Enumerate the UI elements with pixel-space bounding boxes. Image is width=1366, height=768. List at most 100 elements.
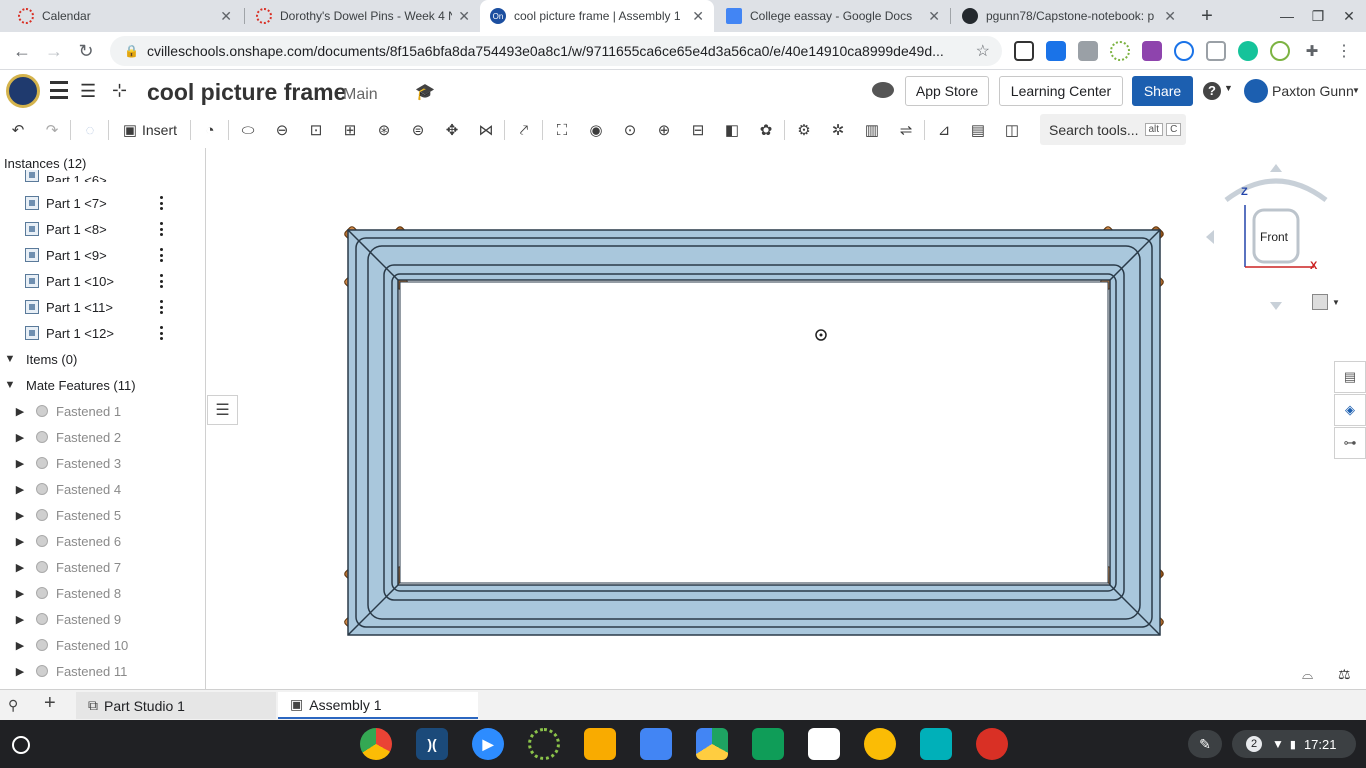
list-item[interactable]: ▶ Fastened 5 (0, 502, 205, 528)
browser-tab-dowel-pins[interactable]: Dorothy's Dowel Pins - Week 4 N ✕ (246, 0, 480, 32)
refresh-icon[interactable]: ◌ (78, 119, 102, 141)
list-item[interactable]: ▶ Fastened 1 (0, 398, 205, 424)
add-insert-icon[interactable]: ⊹ (112, 80, 127, 101)
mate-connector-icon[interactable]: ⛶ (550, 119, 574, 141)
view-cube-box-icon[interactable] (1312, 294, 1328, 310)
shield-extension-icon[interactable] (1174, 41, 1194, 61)
chevron-right-icon[interactable]: ▶ (12, 639, 28, 652)
blue-extension-icon[interactable] (1046, 41, 1066, 61)
feature-list-icon[interactable]: ☰ (80, 81, 96, 102)
view-cube-face-label[interactable]: Front (1260, 230, 1288, 244)
bom-icon[interactable]: ◫ (1000, 119, 1024, 141)
chevron-right-icon[interactable]: ▶ (12, 665, 28, 678)
gear-icon[interactable]: ⚙ (792, 119, 816, 141)
pin-slot-mate-icon[interactable]: ⊜ (406, 119, 430, 141)
branch-label[interactable]: Main (343, 86, 378, 104)
list-item[interactable]: Part 1 <6> (0, 170, 205, 182)
minimize-window-icon[interactable]: — (1270, 0, 1304, 32)
list-item[interactable]: ▶ Fastened 11 (0, 658, 205, 684)
list-item[interactable]: ▶ Fastened 8 (0, 580, 205, 606)
education-cap-icon[interactable]: 🎓 (415, 82, 435, 102)
redo-icon[interactable]: ↷ (40, 119, 64, 141)
google-slides-icon[interactable] (584, 728, 616, 760)
list-item[interactable]: Part 1 <8> (0, 216, 205, 242)
gear-relation-icon[interactable]: ⊕ (652, 119, 676, 141)
list-item[interactable]: Part 1 <9> (0, 242, 205, 268)
tangent-mate-icon[interactable]: ⤤ (512, 119, 536, 141)
chevron-right-icon[interactable]: ▶ (12, 561, 28, 574)
tab-assembly-1[interactable]: ▣ Assembly 1 (278, 692, 478, 719)
app-store-button[interactable]: App Store (905, 76, 989, 106)
relation-icon[interactable]: ⊙ (618, 119, 642, 141)
appearance-panel-icon[interactable]: ◈ (1334, 394, 1366, 426)
ball-mate-icon[interactable]: ✥ (440, 119, 464, 141)
browser-tab-calendar[interactable]: Calendar ✕ (8, 0, 242, 32)
share-button[interactable]: Share (1132, 76, 1193, 106)
add-element-button[interactable]: + (44, 692, 56, 715)
google-docs-icon[interactable] (640, 728, 672, 760)
user-name[interactable]: Paxton Gunn (1272, 83, 1354, 99)
browser-menu-icon[interactable]: ⋮ (1334, 41, 1354, 61)
code-org-icon[interactable] (920, 728, 952, 760)
chevron-right-icon[interactable]: ▶ (12, 509, 28, 522)
chevron-right-icon[interactable]: ▶ (12, 535, 28, 548)
restore-window-icon[interactable]: ❐ (1301, 0, 1335, 32)
list-item[interactable]: Part 1 <7> (0, 190, 205, 216)
chrome-icon[interactable] (360, 728, 392, 760)
chevron-right-icon[interactable]: ▶ (12, 457, 28, 470)
fastened-mate-icon[interactable]: ⬭ (236, 119, 260, 141)
kebab-menu-icon[interactable] (159, 326, 163, 340)
help-icon[interactable]: ? (1203, 82, 1221, 100)
document-title[interactable]: cool picture frame (147, 79, 346, 106)
link-extension-icon[interactable] (1270, 41, 1290, 61)
chevron-right-icon[interactable]: ▶ (12, 431, 28, 444)
group-icon[interactable]: ◉ (584, 119, 608, 141)
mate-features-header[interactable]: ▼ Mate Features (11) (0, 372, 205, 398)
cylindrical-mate-icon[interactable]: ⊛ (372, 119, 396, 141)
replicate-icon[interactable]: ◔ (198, 119, 222, 141)
close-tab-icon[interactable]: ✕ (220, 8, 232, 25)
red-app-icon[interactable] (976, 728, 1008, 760)
grammarly-icon[interactable] (1238, 41, 1258, 61)
illuminate-icon[interactable] (808, 728, 840, 760)
cast-extension-icon[interactable] (1206, 41, 1226, 61)
measure-icon[interactable]: ⊿ (932, 119, 956, 141)
list-item[interactable]: ▶ Fastened 10 (0, 632, 205, 658)
browser-tab-onshape[interactable]: On cool picture frame | Assembly 1 ✕ (480, 0, 714, 32)
url-omnibox[interactable]: 🔒 cvilleschools.onshape.com/documents/8f… (110, 36, 1002, 66)
app-icon-blue-brackets[interactable]: )( (416, 728, 448, 760)
screw-relation-icon[interactable]: ◧ (720, 119, 744, 141)
qr-extension-icon[interactable] (1014, 41, 1034, 61)
rack-pinion-icon[interactable]: ⊟ (686, 119, 710, 141)
close-tab-icon[interactable]: ✕ (1164, 8, 1176, 25)
list-item[interactable]: ▶ Fastened 3 (0, 450, 205, 476)
list-item[interactable]: ▶ Fastened 6 (0, 528, 205, 554)
tab-manager-icon[interactable]: ⚲ (8, 697, 18, 714)
chevron-down-icon[interactable]: ▼ (2, 379, 18, 391)
purple-extension-icon[interactable] (1142, 41, 1162, 61)
list-item[interactable]: ▶ Fastened 4 (0, 476, 205, 502)
section-view-icon[interactable]: ▥ (860, 119, 884, 141)
tab-part-studio-1[interactable]: ⧉ Part Studio 1 (76, 692, 276, 719)
insert-icon[interactable]: ▣ (118, 119, 142, 141)
list-item[interactable]: Part 1 <11> (0, 294, 205, 320)
named-positions-icon[interactable]: ▤ (966, 119, 990, 141)
stylus-pen-icon[interactable]: ✎ (1188, 730, 1222, 758)
system-tray[interactable]: 2 ▼ ▮ 17:21 (1232, 730, 1356, 758)
linear-relation-icon[interactable]: ✿ (754, 119, 778, 141)
tree-panel-icon[interactable]: ⊶ (1334, 427, 1366, 459)
help-chevron-down-icon[interactable]: ▼ (1224, 83, 1233, 93)
school-logo-icon[interactable] (6, 74, 40, 108)
launcher-icon[interactable] (12, 736, 30, 754)
kebab-menu-icon[interactable] (159, 274, 163, 288)
kebab-menu-icon[interactable] (159, 300, 163, 314)
bookmark-star-icon[interactable]: ☆ (976, 41, 990, 61)
avatar[interactable] (1244, 79, 1268, 103)
google-drive-icon[interactable] (696, 728, 728, 760)
back-icon[interactable]: ← (8, 37, 36, 65)
chevron-right-icon[interactable]: ▶ (12, 405, 28, 418)
parallel-mate-icon[interactable]: ⋈ (474, 119, 498, 141)
browser-tab-github[interactable]: pgunn78/Capstone-notebook: p ✕ (952, 0, 1186, 32)
graphics-viewport[interactable]: ☰ Z X Front ▼ ⌓ ⚖ (206, 148, 1351, 689)
close-tab-icon[interactable]: ✕ (928, 8, 940, 25)
